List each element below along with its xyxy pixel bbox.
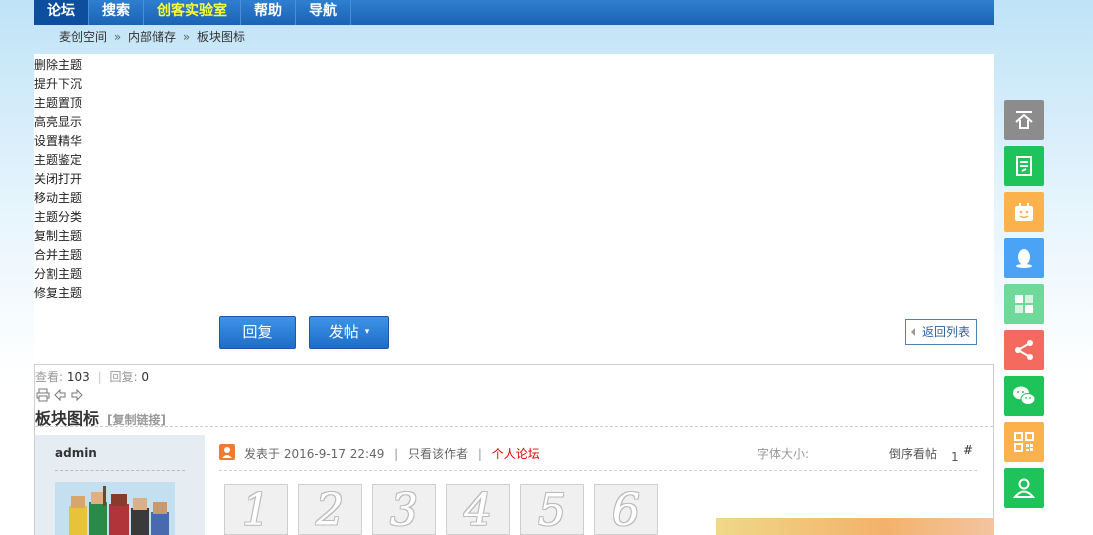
mod-merge-thread[interactable]: 合并主题 xyxy=(34,246,82,265)
apps-side-button[interactable] xyxy=(1004,284,1044,324)
nav-item-forum[interactable]: 论坛 xyxy=(34,0,89,25)
nav-item-help[interactable]: 帮助 xyxy=(241,0,296,25)
meta-divider-bar: | xyxy=(394,447,399,461)
back-to-list-label: 返回列表 xyxy=(922,325,971,339)
nav-item-maker-lab[interactable]: 创客实验室 xyxy=(144,0,241,25)
author-divider xyxy=(55,470,185,471)
moderation-menu: 删除主题 提升下沉 主题置顶 高亮显示 设置精华 主题鉴定 关闭打开 移动主题 … xyxy=(34,56,82,303)
qrcode-side-button[interactable] xyxy=(1004,422,1044,462)
icon-tile-4: 4 xyxy=(446,484,510,535)
apps-grid-icon xyxy=(1015,295,1033,313)
icon-tile-5: 5 xyxy=(520,484,584,535)
mod-close-open[interactable]: 关闭打开 xyxy=(34,170,82,189)
stats-divider: | xyxy=(97,370,102,384)
floor-link[interactable]: # xyxy=(963,443,973,457)
post-image-banner xyxy=(716,518,994,535)
online-user-icon xyxy=(219,444,235,460)
wechat-icon xyxy=(1013,386,1036,405)
mod-stamp[interactable]: 主题鉴定 xyxy=(34,151,82,170)
title-divider xyxy=(35,426,993,427)
breadcrumb-separator: » xyxy=(113,30,122,44)
mod-category[interactable]: 主题分类 xyxy=(34,208,82,227)
thread-tools xyxy=(36,388,84,402)
thread-stats: 查看: 103 | 回复: 0 xyxy=(35,368,149,385)
breadcrumb-link-space[interactable]: 麦创空间 xyxy=(59,30,107,44)
floor-number: 1 xyxy=(951,450,959,464)
back-to-list-button[interactable]: 返回列表 xyxy=(905,319,977,345)
profile-side-button[interactable] xyxy=(1004,468,1044,508)
avatar[interactable] xyxy=(55,482,175,535)
mod-copy-thread[interactable]: 复制主题 xyxy=(34,227,82,246)
views-count: 103 xyxy=(66,370,90,384)
reverse-order-link[interactable]: 倒序看帖 xyxy=(889,445,937,462)
caret-down-icon: ▾ xyxy=(364,327,370,337)
back-to-top-icon xyxy=(1015,111,1033,129)
qrcode-icon xyxy=(1014,432,1034,452)
qq-side-button[interactable] xyxy=(1004,238,1044,278)
icon-tile-2: 2 xyxy=(298,484,362,535)
copy-link-button[interactable]: [复制链接] xyxy=(107,413,166,427)
new-thread-side-button[interactable] xyxy=(1004,146,1044,186)
breadcrumb-link-storage[interactable]: 内部储存 xyxy=(128,30,176,44)
mod-move-thread[interactable]: 移动主题 xyxy=(34,189,82,208)
font-size-label[interactable]: 字体大小: xyxy=(757,445,809,462)
back-to-top-button[interactable] xyxy=(1004,100,1044,140)
post-meta: 发表于 2016-9-17 22:49 | 只看该作者 | 个人论坛 字体大小:… xyxy=(219,443,977,466)
mod-split-thread[interactable]: 分割主题 xyxy=(34,265,82,284)
mod-delete-thread[interactable]: 删除主题 xyxy=(34,56,82,75)
main-panel: 删除主题 提升下沉 主题置顶 高亮显示 设置精华 主题鉴定 关闭打开 移动主题 … xyxy=(34,54,994,535)
calendar-face-icon xyxy=(1015,203,1033,221)
post-meta-text: 发表于 2016-9-17 22:49 | 只看该作者 | 个人论坛 xyxy=(244,445,540,462)
reply-button[interactable]: 回复 xyxy=(219,316,296,349)
breadcrumb-separator: » xyxy=(182,30,191,44)
mod-highlight[interactable]: 高亮显示 xyxy=(34,113,82,132)
top-nav: 论坛 搜索 创客实验室 帮助 导航 xyxy=(34,0,994,25)
triangle-left-icon xyxy=(911,328,915,336)
next-thread-icon[interactable] xyxy=(70,388,84,402)
mod-bump-sink[interactable]: 提升下沉 xyxy=(34,75,82,94)
share-icon xyxy=(1015,340,1033,360)
replies-count: 0 xyxy=(141,370,149,384)
nav-item-navigation[interactable]: 导航 xyxy=(296,0,351,25)
document-edit-icon xyxy=(1016,156,1032,176)
mod-repair-thread[interactable]: 修复主题 xyxy=(34,284,82,303)
nav-item-search[interactable]: 搜索 xyxy=(89,0,144,25)
checkin-side-button[interactable] xyxy=(1004,192,1044,232)
posted-prefix: 发表于 xyxy=(244,447,281,461)
user-profile-icon xyxy=(1012,478,1036,498)
avatar-image xyxy=(55,482,175,535)
breadcrumb-link-current[interactable]: 板块图标 xyxy=(197,30,245,44)
icon-tile-3: 3 xyxy=(372,484,436,535)
mod-stick-thread[interactable]: 主题置顶 xyxy=(34,94,82,113)
post-meta-divider xyxy=(219,470,977,471)
breadcrumb: 麦创空间 » 内部储存 » 板块图标 xyxy=(59,28,245,46)
icon-tile-6: 6 xyxy=(594,484,658,535)
views-label: 查看: xyxy=(35,370,64,384)
posted-time: 2016-9-17 22:49 xyxy=(283,447,385,461)
previous-thread-icon[interactable] xyxy=(53,388,67,402)
share-side-button[interactable] xyxy=(1004,330,1044,370)
personal-forum-link[interactable]: 个人论坛 xyxy=(492,447,540,461)
qq-penguin-icon xyxy=(1016,249,1032,268)
replies-label: 回复: xyxy=(109,370,138,384)
new-post-button[interactable]: 发帖 ▾ xyxy=(309,316,389,349)
author-name[interactable]: admin xyxy=(55,446,97,460)
wechat-side-button[interactable] xyxy=(1004,376,1044,416)
icon-tile-1: 1 xyxy=(224,484,288,535)
new-post-label: 发帖 xyxy=(328,323,359,341)
mod-digest[interactable]: 设置精华 xyxy=(34,132,82,151)
only-author-link[interactable]: 只看该作者 xyxy=(408,447,468,461)
meta-divider-bar: | xyxy=(477,447,482,461)
author-column: admin xyxy=(35,435,205,535)
print-icon[interactable] xyxy=(36,388,50,402)
